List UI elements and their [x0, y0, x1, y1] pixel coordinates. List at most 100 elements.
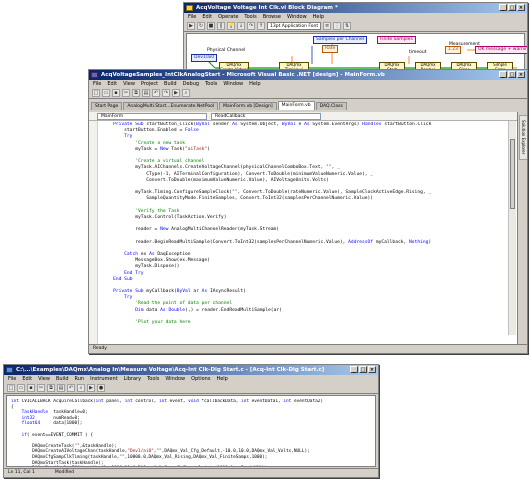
tab-start-page[interactable]: Start Page — [91, 102, 123, 110]
labview-titlebar[interactable]: AcqVoltage Voltage Int Clk.vi Block Diag… — [184, 3, 527, 13]
font-select[interactable]: 13pt Application Font — [267, 22, 322, 30]
physical-channel-control[interactable]: Dev1/ai0 — [191, 54, 218, 62]
finite-samples-constant[interactable]: Finite Samples — [377, 36, 416, 44]
cvi-window: C:\...\Examples\DAQmx\Analog In\Measure … — [3, 364, 379, 478]
run-continuous-icon[interactable]: ↻ — [197, 22, 205, 30]
menu-library[interactable]: Library — [124, 375, 141, 383]
menu-build[interactable]: Build — [164, 80, 177, 88]
step-into-icon[interactable]: ↓ — [237, 22, 245, 30]
cut-icon[interactable]: ✂ — [122, 89, 130, 97]
solution-explorer-tab[interactable]: Solution Explorer — [519, 115, 527, 160]
maximize-icon[interactable]: □ — [508, 71, 516, 78]
run-icon[interactable]: ▶ — [87, 384, 95, 392]
save-icon[interactable]: ▪ — [112, 89, 120, 97]
samples-per-channel-constant[interactable]: Samples per Channel — [313, 36, 368, 44]
code-line[interactable]: 'Plot your data here — [102, 320, 501, 326]
menu-file[interactable]: File — [93, 80, 101, 88]
menu-edit[interactable]: Edit — [107, 80, 117, 88]
menu-help[interactable]: Help — [216, 375, 227, 383]
find-icon[interactable]: ⌕ — [77, 384, 85, 392]
labview-app-icon — [186, 5, 193, 11]
method-combo[interactable]: ReadCallback — [211, 113, 321, 120]
run-arrow-icon[interactable]: ▶ — [187, 22, 195, 30]
scroll-thumb[interactable] — [510, 139, 515, 209]
c-code-editor[interactable]: int CVICALLBACK AcquireCallback(int pane… — [11, 399, 367, 466]
cut-icon[interactable]: ✂ — [37, 384, 45, 392]
cvi-title: C:\...\Examples\DAQmx\Analog In\Measure … — [16, 367, 325, 373]
tab-daq-class[interactable]: DAQ.Class — [315, 102, 347, 110]
menu-tools[interactable]: Tools — [205, 80, 217, 88]
menu-help[interactable]: Help — [313, 13, 324, 21]
undo-icon[interactable]: ↶ — [152, 89, 160, 97]
menu-options[interactable]: Options — [191, 375, 210, 383]
menu-help[interactable]: Help — [249, 80, 260, 88]
menu-window[interactable]: Window — [287, 13, 307, 21]
rate-constant[interactable]: Rate — [322, 45, 339, 53]
open-folder-icon[interactable]: ▭ — [17, 384, 25, 392]
paste-icon[interactable]: ▤ — [57, 384, 65, 392]
abort-icon[interactable]: ■ — [207, 22, 215, 30]
maximize-icon[interactable]: □ — [508, 4, 516, 11]
editor-gutter — [89, 121, 98, 344]
cvi-app-icon — [6, 367, 13, 373]
close-icon[interactable]: × — [368, 366, 376, 373]
tab-mainform-vb[interactable]: MainForm.vb — [277, 101, 315, 110]
menu-browse[interactable]: Browse — [263, 13, 281, 21]
copy-icon[interactable]: ⧉ — [132, 89, 140, 97]
menu-run[interactable]: Run — [75, 375, 85, 383]
find-icon[interactable]: ⌕ — [182, 89, 190, 97]
menu-tools[interactable]: Tools — [244, 13, 256, 21]
menu-window[interactable]: Window — [165, 375, 185, 383]
redo-icon[interactable]: ↷ — [162, 89, 170, 97]
start-debug-icon[interactable]: ▶ — [172, 89, 180, 97]
measurement-indicator[interactable]: 1.23 — [445, 46, 462, 54]
menu-file[interactable]: File — [188, 13, 196, 21]
menu-project[interactable]: Project — [141, 80, 158, 88]
reorder-icon[interactable]: ⇅ — [343, 22, 352, 30]
menu-edit[interactable]: Edit — [22, 375, 32, 383]
new-file-icon[interactable]: □ — [92, 89, 100, 97]
editor-scrollbar[interactable] — [508, 121, 516, 335]
close-icon[interactable]: × — [517, 4, 525, 11]
close-icon[interactable]: × — [517, 71, 525, 78]
menu-window[interactable]: Window — [223, 80, 243, 88]
error-constant[interactable]: OK message + warnings — [475, 46, 527, 54]
menu-edit[interactable]: Edit — [202, 13, 212, 21]
paste-icon[interactable]: ▤ — [142, 89, 150, 97]
tab-mainform-design[interactable]: MainForm.vb [Design] — [219, 102, 277, 110]
menu-tools[interactable]: Tools — [147, 375, 159, 383]
breakpoint-icon[interactable]: ● — [97, 384, 105, 392]
undo-icon[interactable]: ↶ — [67, 384, 75, 392]
vs-editor[interactable]: MainForm ReadCallback Private Sub startB… — [89, 112, 527, 344]
menu-debug[interactable]: Debug — [183, 80, 199, 88]
menu-file[interactable]: File — [8, 375, 16, 383]
menu-instrument[interactable]: Instrument — [90, 375, 118, 383]
step-over-icon[interactable]: ↷ — [247, 22, 255, 30]
minimize-icon[interactable]: _ — [499, 71, 507, 78]
menu-operate[interactable]: Operate — [218, 13, 238, 21]
cvi-titlebar[interactable]: C:\...\Examples\DAQmx\Analog In\Measure … — [4, 365, 378, 375]
menu-view[interactable]: View — [123, 80, 135, 88]
code-line[interactable]: int CVICALLBACK AcquireCallback(int pane… — [11, 399, 367, 405]
class-combo[interactable]: MainForm — [97, 113, 207, 120]
pause-icon[interactable]: ‖ — [217, 22, 225, 30]
menu-build[interactable]: Build — [56, 375, 69, 383]
save-icon[interactable]: ▪ — [27, 384, 35, 392]
menu-view[interactable]: View — [38, 375, 50, 383]
distribute-icon[interactable]: ⋮ — [333, 22, 342, 30]
vs-statusbar: Ready — [89, 344, 527, 353]
minimize-icon[interactable]: _ — [499, 4, 507, 11]
vb-code-editor[interactable]: Private Sub startButton_Click(ByVal send… — [102, 122, 501, 344]
align-icon[interactable]: ≡ — [323, 22, 332, 30]
highlight-icon[interactable]: 💡 — [227, 22, 235, 30]
step-out-icon[interactable]: ↑ — [257, 22, 265, 30]
tab-analog-multi[interactable]: AnalogMulti.Start...Enumerate.NetPool — [123, 102, 219, 110]
minimize-icon[interactable]: _ — [350, 366, 358, 373]
new-file-icon[interactable]: □ — [7, 384, 15, 392]
labview-toolbar: ▶ ↻ ■ ‖ 💡 ↓ ↷ ↑ 13pt Application Font ≡ … — [184, 21, 527, 32]
copy-icon[interactable]: ⧉ — [47, 384, 55, 392]
open-folder-icon[interactable]: ▭ — [102, 89, 110, 97]
maximize-icon[interactable]: □ — [359, 366, 367, 373]
cvi-editor[interactable]: int CVICALLBACK AcquireCallback(int pane… — [6, 395, 376, 467]
vs-titlebar[interactable]: AcqVoltageSamples_IntClkAnalogStart - Mi… — [89, 70, 527, 80]
